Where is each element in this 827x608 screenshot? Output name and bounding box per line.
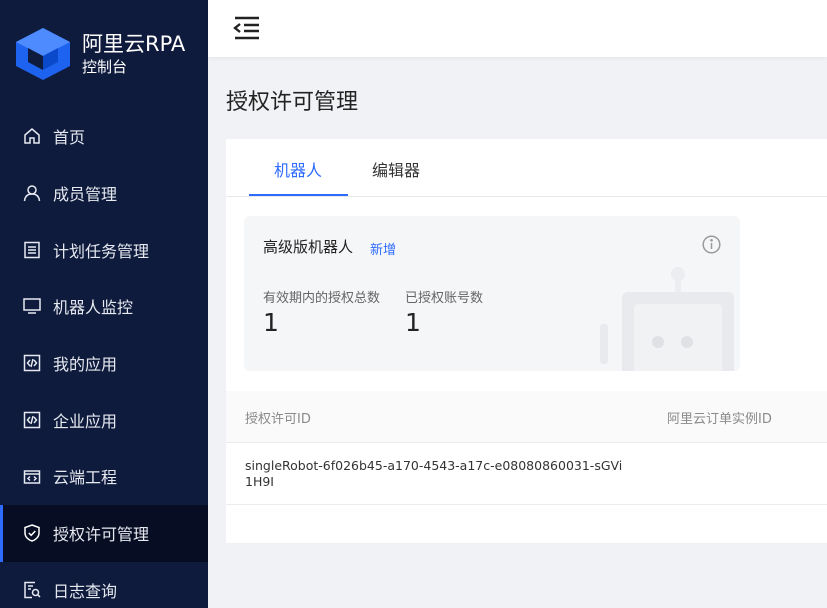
- tabs: 机器人 编辑器: [226, 139, 827, 197]
- cell-license-id: singleRobot-6f026b45-a170-4543-a17c-e080…: [245, 458, 623, 489]
- monitor-icon: [22, 296, 42, 316]
- robot-illustration-icon: [596, 264, 740, 371]
- sidebar-item-label: 授权许可管理: [53, 525, 150, 545]
- sidebar-item-license-management[interactable]: 授权许可管理: [0, 504, 208, 562]
- sidebar-item-label: 企业应用: [53, 411, 118, 431]
- logo[interactable]: 阿里云RPA 控制台: [14, 24, 185, 84]
- panel-title: 高级版机器人: [263, 238, 354, 256]
- sidebar-item-label: 我的应用: [53, 355, 118, 375]
- sidebar-item-enterprise-apps[interactable]: 企业应用: [0, 391, 208, 448]
- license-summary-panel: 高级版机器人 新增 有效期内的授权总数 1 已授权账号数 1: [244, 216, 740, 371]
- sidebar-item-label: 计划任务管理: [53, 241, 150, 261]
- menu-fold-icon[interactable]: [232, 15, 262, 41]
- stat-label-authorized-accounts: 已授权账号数: [405, 291, 484, 306]
- code-file-icon: [22, 353, 42, 373]
- stat-value-authorized-accounts: 1: [405, 308, 421, 337]
- add-license-link[interactable]: 新增: [370, 239, 396, 258]
- logo-subtitle: 控制台: [82, 58, 128, 76]
- sidebar-item-home[interactable]: 首页: [0, 108, 208, 165]
- tab-robot[interactable]: 机器人: [274, 157, 322, 181]
- sidebar-nav: 首页 成员管理 计划任务管理 机器人监控 我的应用 企业应用 云端工程 授权许可…: [0, 108, 208, 608]
- info-icon[interactable]: [702, 235, 721, 254]
- sidebar-item-members[interactable]: 成员管理: [0, 165, 208, 222]
- license-card: 机器人 编辑器 高级版机器人 新增 有效期内的授权总数 1 已授权账号数 1 授…: [226, 139, 827, 543]
- table-row: singleRobot-6f026b45-a170-4543-a17c-e080…: [226, 443, 827, 505]
- top-header: [208, 0, 827, 57]
- shield-check-icon: [22, 523, 42, 543]
- column-header-order-instance-id: 阿里云订单实例ID: [667, 412, 772, 427]
- sidebar-item-label: 日志查询: [53, 581, 118, 601]
- sidebar-item-robot-monitor[interactable]: 机器人监控: [0, 278, 208, 335]
- sidebar: 阿里云RPA 控制台 首页 成员管理 计划任务管理 机器人监控 我的应用 企业应…: [0, 0, 208, 608]
- sidebar-item-label: 首页: [53, 128, 86, 148]
- sidebar-item-my-apps[interactable]: 我的应用: [0, 335, 208, 392]
- user-icon: [22, 183, 42, 203]
- home-icon: [22, 126, 42, 146]
- sidebar-item-cloud-projects[interactable]: 云端工程: [0, 448, 208, 505]
- code-file-icon: [22, 410, 42, 430]
- active-tab-indicator: [249, 194, 348, 196]
- aliyun-rpa-logo-icon: [14, 26, 72, 82]
- page-title: 授权许可管理: [226, 90, 359, 115]
- sidebar-item-scheduled-tasks[interactable]: 计划任务管理: [0, 221, 208, 278]
- sidebar-item-label: 成员管理: [53, 185, 118, 205]
- list-icon: [22, 240, 42, 260]
- stat-value-total-licenses: 1: [263, 308, 279, 337]
- tab-editor[interactable]: 编辑器: [372, 157, 420, 181]
- logo-title: 阿里云RPA: [82, 32, 186, 56]
- sidebar-item-log-search[interactable]: 日志查询: [0, 562, 208, 608]
- cloud-code-icon: [22, 466, 42, 486]
- sidebar-item-label: 机器人监控: [53, 298, 134, 318]
- stat-label-total-licenses: 有效期内的授权总数: [263, 291, 381, 306]
- table-header: 授权许可ID 阿里云订单实例ID: [226, 391, 827, 443]
- log-search-icon: [22, 580, 42, 600]
- column-header-license-id: 授权许可ID: [245, 412, 311, 427]
- sidebar-item-label: 云端工程: [53, 468, 118, 488]
